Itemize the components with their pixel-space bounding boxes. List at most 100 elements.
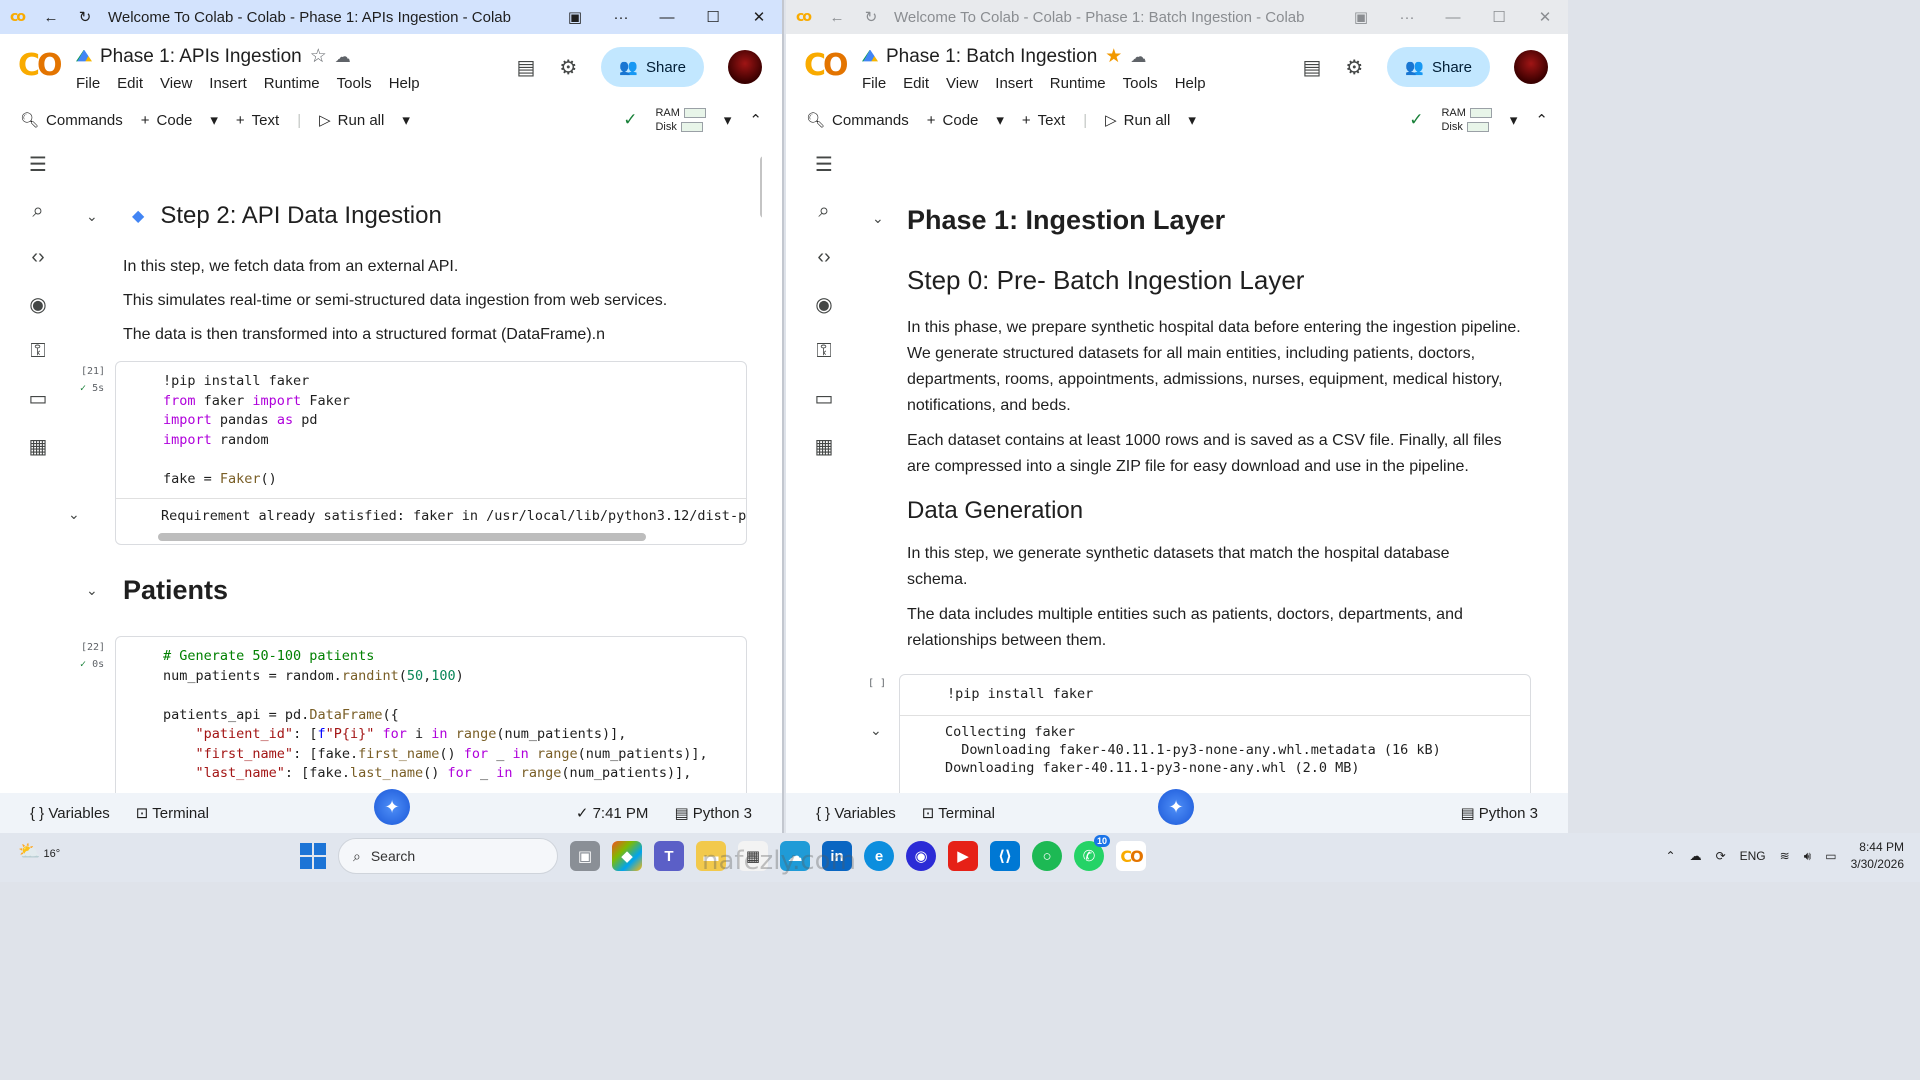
ram-disk-indicator[interactable]: RAM Disk <box>1441 106 1492 134</box>
folder-icon[interactable]: ▭ <box>29 386 48 411</box>
code-cell[interactable]: # Generate 50-100 patients num_patients … <box>115 636 747 793</box>
menu-tools[interactable]: Tools <box>337 75 372 92</box>
app-ring-icon[interactable]: ○ <box>1032 841 1062 871</box>
colab-logo[interactable]: CO <box>804 48 848 83</box>
share-button[interactable]: 👥 Share <box>601 47 704 87</box>
clock[interactable]: 8:44 PM 3/30/2026 <box>1851 839 1904 873</box>
maximize-button[interactable]: ☐ <box>1476 8 1522 26</box>
vertical-scrollbar[interactable] <box>760 156 762 218</box>
menu-help[interactable]: Help <box>389 75 420 92</box>
star-icon[interactable]: ☆ <box>310 45 327 68</box>
file-explorer-icon[interactable]: ▬ <box>696 841 726 871</box>
language-indicator[interactable]: ENG <box>1740 849 1766 863</box>
add-code-button[interactable]: + Code <box>927 112 979 129</box>
maximize-button[interactable]: ☐ <box>690 8 736 26</box>
edge-icon[interactable]: e <box>864 841 894 871</box>
notebook-title[interactable]: Phase 1: APIs Ingestion ☆ ☁ <box>76 45 351 68</box>
more-icon[interactable]: ··· <box>1384 9 1430 26</box>
chevron-up-icon[interactable]: ⌃ <box>1666 849 1676 863</box>
avatar[interactable] <box>1514 50 1548 84</box>
secrets-icon[interactable]: ◉ <box>815 292 832 317</box>
collapse-icon[interactable]: ⌃ <box>1535 111 1548 129</box>
horizontal-scrollbar[interactable] <box>158 533 646 541</box>
comment-icon[interactable]: ▤ <box>516 55 535 80</box>
code-snippets-icon[interactable]: ‹› <box>817 246 830 269</box>
notebook-name[interactable]: Phase 1: APIs Ingestion <box>100 46 302 68</box>
menu-edit[interactable]: Edit <box>117 75 143 92</box>
section-collapse-icon[interactable]: ⌄ <box>86 582 98 599</box>
start-button[interactable] <box>300 843 326 869</box>
add-code-button[interactable]: + Code <box>141 112 193 129</box>
close-button[interactable]: ✕ <box>1522 8 1568 26</box>
refresh-icon[interactable]: ↻ <box>68 8 102 26</box>
key-icon[interactable]: ⚿ <box>816 340 831 363</box>
battery-icon[interactable]: ▭ <box>1825 849 1836 863</box>
avatar[interactable] <box>728 50 762 84</box>
status-indicator[interactable]: ✓ 7:41 PM <box>576 804 649 822</box>
section-collapse-icon[interactable]: ⌄ <box>86 208 98 225</box>
menu-insert[interactable]: Insert <box>209 75 247 92</box>
code-dropdown-icon[interactable]: ▾ <box>210 111 218 129</box>
notebook-title[interactable]: Phase 1: Batch Ingestion ★ ☁ <box>862 45 1146 68</box>
code-cell[interactable]: !pip install faker from faker import Fak… <box>115 361 747 545</box>
weather-widget[interactable]: ⛅ 16° <box>18 841 60 862</box>
wifi-icon[interactable]: ≋ <box>1780 849 1790 863</box>
variables-button[interactable]: { } Variables <box>30 805 110 822</box>
menu-runtime[interactable]: Runtime <box>1050 75 1106 92</box>
gemini-sparkle-icon[interactable]: ✦ <box>374 789 410 825</box>
menu-help[interactable]: Help <box>1175 75 1206 92</box>
menu-edit[interactable]: Edit <box>903 75 929 92</box>
cell-exec-count[interactable]: [ ] <box>868 678 886 689</box>
key-icon[interactable]: ⚿ <box>30 340 45 363</box>
toc-icon[interactable]: ☰ <box>815 152 833 177</box>
output-collapse-icon[interactable]: ⌄ <box>870 722 882 739</box>
menu-file[interactable]: File <box>862 75 886 92</box>
menu-file[interactable]: File <box>76 75 100 92</box>
gemini-sparkle-icon[interactable]: ✦ <box>1158 789 1194 825</box>
table-icon[interactable]: ▦ <box>815 434 834 459</box>
toc-icon[interactable]: ☰ <box>29 152 47 177</box>
comment-icon[interactable]: ▤ <box>1302 55 1321 80</box>
ram-disk-indicator[interactable]: RAM Disk <box>655 106 706 134</box>
commands-button[interactable]: 🔍︎ Commands <box>806 111 909 130</box>
terminal-button[interactable]: ⊡ Terminal <box>136 804 209 822</box>
youtube-icon[interactable]: ▶ <box>948 841 978 871</box>
vscode-icon[interactable]: ⟨⟩ <box>990 841 1020 871</box>
store-icon[interactable]: ▦ <box>738 841 768 871</box>
code-editor[interactable]: # Generate 50-100 patients num_patients … <box>163 647 708 784</box>
variables-button[interactable]: { } Variables <box>816 805 896 822</box>
run-all-button[interactable]: ▷ Run all <box>319 111 384 130</box>
refresh-icon[interactable]: ↻ <box>854 8 888 26</box>
minimize-button[interactable]: — <box>1430 9 1476 26</box>
sync-icon[interactable]: ⟳ <box>1716 849 1726 863</box>
secrets-icon[interactable]: ◉ <box>29 292 46 317</box>
menu-insert[interactable]: Insert <box>995 75 1033 92</box>
folder-icon[interactable]: ▭ <box>815 386 834 411</box>
star-icon[interactable]: ★ <box>1105 45 1122 68</box>
runtime-dropdown-icon[interactable]: ▾ <box>1510 111 1518 129</box>
onedrive-icon[interactable]: ☁ <box>1690 849 1702 863</box>
linkedin-icon[interactable]: in <box>822 841 852 871</box>
runtime-button[interactable]: ▤ Python 3 <box>1460 804 1538 822</box>
code-cell[interactable]: !pip install faker Collecting faker Down… <box>899 674 1531 793</box>
share-button[interactable]: 👥 Share <box>1387 47 1490 87</box>
taskbar-search[interactable]: ⌕ Search <box>338 838 558 874</box>
minimize-button[interactable]: — <box>644 9 690 26</box>
commands-button[interactable]: 🔍︎ Commands <box>20 111 123 130</box>
app-icon[interactable]: ▣ <box>552 8 598 26</box>
notebook-name[interactable]: Phase 1: Batch Ingestion <box>886 46 1097 68</box>
cloud-icon[interactable]: ☁ <box>1130 47 1146 67</box>
whatsapp-icon[interactable]: ✆ 10 <box>1074 835 1110 871</box>
code-snippets-icon[interactable]: ‹› <box>31 246 44 269</box>
task-view-icon[interactable]: ▣ <box>570 841 600 871</box>
runtime-dropdown-icon[interactable]: ▾ <box>724 111 732 129</box>
run-all-dropdown-icon[interactable]: ▾ <box>1188 111 1196 129</box>
cloud-icon[interactable]: ☁ <box>335 47 351 67</box>
add-text-button[interactable]: + Text <box>236 112 279 129</box>
cloud-app-icon[interactable]: ☁ <box>780 841 810 871</box>
volume-icon[interactable]: 🔊︎ <box>1804 849 1812 864</box>
code-editor[interactable]: !pip install faker from faker import Fak… <box>163 372 350 489</box>
output-collapse-icon[interactable]: ⌄ <box>70 506 80 523</box>
more-icon[interactable]: ··· <box>598 9 644 26</box>
run-all-dropdown-icon[interactable]: ▾ <box>402 111 410 129</box>
